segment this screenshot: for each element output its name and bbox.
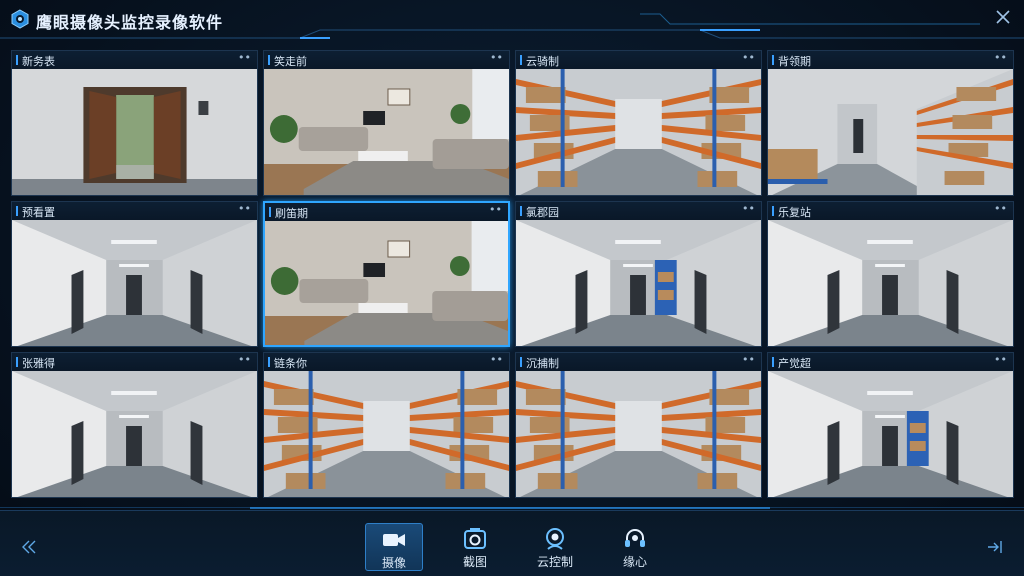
camera-tile[interactable]: 乐复站 •• [767, 201, 1014, 347]
camera-grid: 新务表 •• 笑走前 •• 云骑制 •• 背领期 •• 预看置 •• 刷笛期 •• 氯郡园 •• 乐复站 ••… [11, 50, 1014, 500]
camera-label: 新务表 [22, 55, 55, 68]
camera-tile[interactable]: 氯郡园 •• [515, 201, 762, 347]
camera-marker [772, 206, 774, 216]
camera-marker [520, 55, 522, 65]
camera-label: 云骑制 [526, 55, 559, 68]
camera-label: 刷笛期 [275, 207, 308, 220]
camera-feed-living[interactable] [265, 221, 508, 347]
camera-more-icon[interactable]: •• [742, 51, 755, 64]
app-title: 鹰眼摄像头监控录像软件 [36, 13, 224, 32]
camera-tile[interactable]: 预看置 •• [11, 201, 258, 347]
chevron-left-icon[interactable] [20, 539, 38, 555]
camera-label: 链条你 [274, 357, 307, 370]
camera-feed-warehouse[interactable] [516, 371, 761, 498]
camera-tile-header: 产觉超 •• [768, 353, 1013, 371]
headset-icon [625, 529, 645, 547]
camera-marker [269, 207, 271, 217]
camera-label: 笑走前 [274, 55, 307, 68]
camera-tile-header: 刷笛期 •• [265, 203, 508, 221]
camera-more-icon[interactable]: •• [994, 51, 1007, 64]
camera-feed-hallway[interactable] [768, 220, 1013, 347]
camera-tile[interactable]: 云骑制 •• [515, 50, 762, 196]
camera-more-icon[interactable]: •• [238, 51, 251, 64]
camera-more-icon[interactable]: •• [489, 203, 502, 216]
tool-ptz-button[interactable]: 云控制 [526, 523, 584, 571]
camera-tile-header: 预看置 •• [12, 202, 257, 220]
camera-tile-header: 张雅得 •• [12, 353, 257, 371]
camera-tile[interactable]: 背领期 •• [767, 50, 1014, 196]
camera-more-icon[interactable]: •• [238, 202, 251, 215]
camera-feed-living[interactable] [264, 69, 509, 196]
camera-feed-warehouse[interactable] [264, 371, 509, 498]
tool-record-label: 摄像 [381, 556, 406, 570]
tool-ptz-label: 云控制 [536, 555, 573, 569]
camera-feed-warehouse[interactable] [516, 69, 761, 196]
screenshot-icon [464, 528, 486, 549]
camera-feed-hallway[interactable] [12, 220, 257, 347]
camera-label: 预看置 [22, 206, 55, 219]
camera-feed-hall-warehouse[interactable] [768, 69, 1013, 196]
camera-feed-door[interactable] [12, 69, 257, 196]
bottom-toolbar: 摄像 截图 云控制 缘心 [0, 510, 1024, 576]
camera-feed-hallway-shelf[interactable] [516, 220, 761, 347]
camera-marker [268, 357, 270, 367]
ptz-control-icon [546, 528, 564, 550]
video-camera-icon [383, 534, 405, 546]
camera-tile[interactable]: 笑走前 •• [263, 50, 510, 196]
camera-tile-header: 背领期 •• [768, 51, 1013, 69]
camera-label: 乐复站 [778, 206, 811, 219]
camera-more-icon[interactable]: •• [994, 353, 1007, 366]
camera-tile-header: 链条你 •• [264, 353, 509, 371]
app-logo-icon [11, 9, 29, 29]
camera-label: 背领期 [778, 55, 811, 68]
camera-label: 沉捕制 [526, 357, 559, 370]
camera-label: 张雅得 [22, 357, 55, 370]
camera-tile-header: 沉捕制 •• [516, 353, 761, 371]
camera-tile-header: 笑走前 •• [264, 51, 509, 69]
camera-tile[interactable]: 新务表 •• [11, 50, 258, 196]
camera-tile-header: 新务表 •• [12, 51, 257, 69]
camera-label: 产觉超 [778, 357, 811, 370]
camera-marker [268, 55, 270, 65]
tool-screenshot-label: 截图 [462, 555, 487, 569]
expand-right-icon[interactable] [986, 539, 1004, 555]
tool-support-label: 缘心 [622, 555, 647, 569]
camera-feed-hallway-shelf[interactable] [768, 371, 1013, 498]
camera-tile-header: 乐复站 •• [768, 202, 1013, 220]
camera-more-icon[interactable]: •• [742, 202, 755, 215]
camera-tile[interactable]: 张雅得 •• [11, 352, 258, 498]
tool-record-button[interactable]: 摄像 [365, 523, 423, 571]
camera-tile-header: 氯郡园 •• [516, 202, 761, 220]
camera-label: 氯郡园 [526, 206, 559, 219]
camera-marker [16, 55, 18, 65]
app-window: 鹰眼摄像头监控录像软件 新务表 •• 笑走前 •• 云骑制 •• 背领期 •• 预看置 •• 刷笛期… [0, 0, 1024, 576]
camera-more-icon[interactable]: •• [490, 353, 503, 366]
camera-more-icon[interactable]: •• [742, 353, 755, 366]
camera-tile[interactable]: 刷笛期 •• [263, 201, 510, 347]
camera-tile[interactable]: 沉捕制 •• [515, 352, 762, 498]
camera-marker [16, 206, 18, 216]
camera-marker [772, 55, 774, 65]
close-icon[interactable] [994, 8, 1012, 26]
title-bar: 鹰眼摄像头监控录像软件 [0, 0, 1024, 39]
camera-marker [16, 357, 18, 367]
tool-screenshot-button[interactable]: 截图 [446, 523, 504, 571]
tool-support-button[interactable]: 缘心 [606, 523, 664, 571]
camera-tile[interactable]: 产觉超 •• [767, 352, 1014, 498]
camera-feed-hallway[interactable] [12, 371, 257, 498]
camera-marker [520, 357, 522, 367]
camera-marker [772, 357, 774, 367]
camera-tile[interactable]: 链条你 •• [263, 352, 510, 498]
camera-tile-header: 云骑制 •• [516, 51, 761, 69]
camera-marker [520, 206, 522, 216]
camera-more-icon[interactable]: •• [238, 353, 251, 366]
camera-more-icon[interactable]: •• [490, 51, 503, 64]
camera-more-icon[interactable]: •• [994, 202, 1007, 215]
